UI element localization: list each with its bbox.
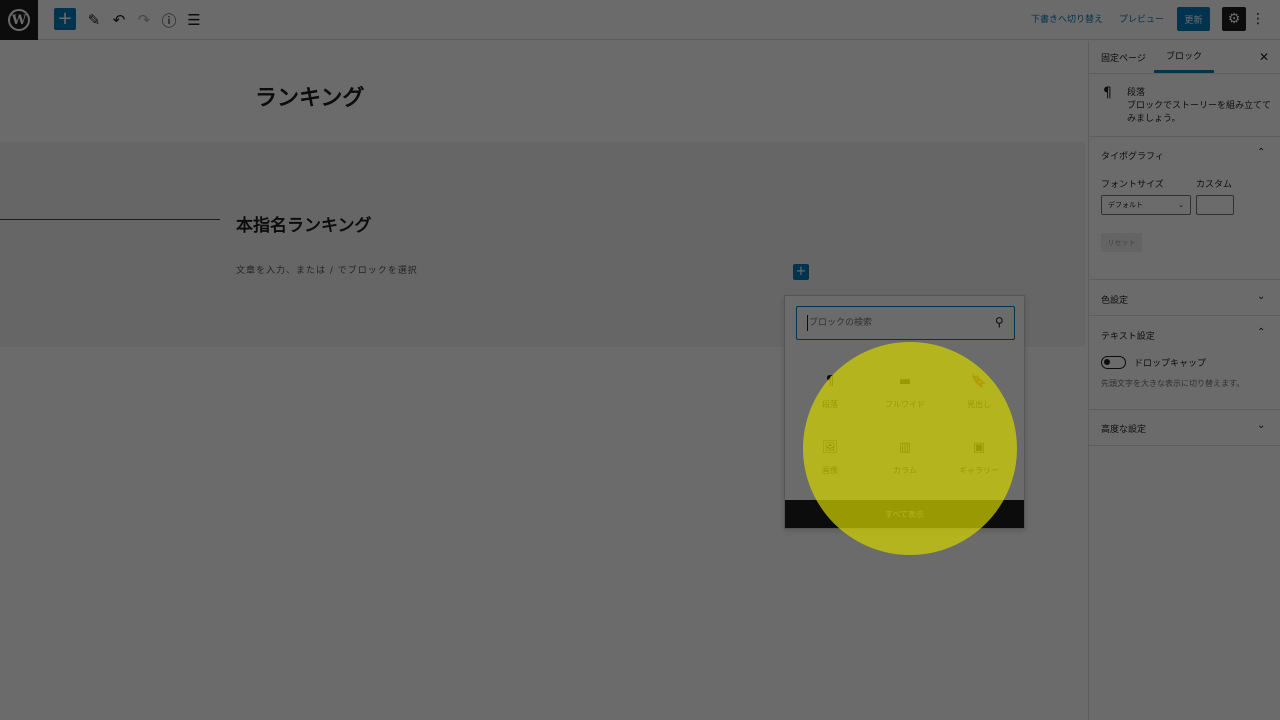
divider [1089, 279, 1280, 280]
drop-cap-toggle[interactable] [1101, 356, 1126, 369]
edit-tools-icon[interactable]: ✎ [84, 8, 104, 32]
block-inserter-popover: ⚲ ¶ 段落 ▬ フルワイド 🔖 見出し 🖼 画像 ▥ カラム ▣ ギャラリー … [784, 295, 1025, 529]
chevron-up-icon[interactable]: ⌃ [1257, 327, 1265, 338]
tab-page[interactable]: 固定ページ [1089, 41, 1158, 73]
close-icon[interactable]: ✕ [1259, 50, 1269, 64]
typography-panel-toggle[interactable]: タイポグラフィ [1101, 149, 1164, 162]
settings-sidebar: 固定ページ ブロック ✕ ¶ 段落 ブロックでストーリーを組み立ててみましょう。… [1088, 41, 1280, 720]
add-block-button[interactable]: + [54, 8, 76, 30]
divider [1089, 445, 1280, 446]
block-label: ギャラリー [959, 466, 999, 475]
font-size-label: フォントサイズ [1101, 180, 1164, 190]
undo-icon[interactable]: ↶ [109, 8, 129, 32]
reset-button[interactable]: リセット [1101, 233, 1142, 252]
search-icon: ⚲ [995, 315, 1004, 329]
top-toolbar: W + ✎ ↶ ↷ ⓘ ☰ 下書きへ切り替え プレビュー 更新 ⚙ ⋮ [0, 0, 1280, 40]
block-label: カラム [893, 466, 917, 475]
list-view-icon[interactable]: ☰ [184, 8, 204, 32]
inserter-block-columns[interactable]: ▥ カラム [870, 439, 940, 489]
inserter-block-fullwide[interactable]: ▬ フルワイド [870, 373, 940, 423]
inserter-block-paragraph[interactable]: ¶ 段落 [795, 373, 865, 423]
inserter-block-image[interactable]: 🖼 画像 [795, 439, 865, 489]
tab-block[interactable]: ブロック [1154, 41, 1215, 73]
update-button[interactable]: 更新 [1177, 7, 1210, 31]
block-label: フルワイド [885, 400, 925, 409]
inserter-block-gallery[interactable]: ▣ ギャラリー [944, 439, 1014, 489]
chevron-up-icon[interactable]: ⌃ [1257, 147, 1265, 158]
paragraph-placeholder[interactable]: 文章を入力、または / でブロックを選択 [236, 263, 418, 276]
block-card-description: ブロックでストーリーを組み立ててみましょう。 [1127, 101, 1272, 124]
toggle-knob [1104, 359, 1110, 365]
wordpress-logo-button[interactable]: W [0, 0, 38, 40]
image-icon: 🖼 [821, 440, 839, 455]
more-options-icon[interactable]: ⋮ [1251, 9, 1265, 29]
inline-add-block-button[interactable]: + [793, 264, 809, 280]
block-label: 段落 [822, 400, 838, 409]
advanced-panel-toggle[interactable]: 高度な設定 [1101, 422, 1146, 435]
drop-cap-label: ドロップキャップ [1134, 359, 1207, 369]
divider [1089, 315, 1280, 316]
paragraph-icon: ¶ [825, 374, 835, 389]
switch-to-draft-link[interactable]: 下書きへ切り替え [1031, 12, 1103, 25]
font-size-select-value: デフォルト [1108, 201, 1143, 209]
text-settings-panel-toggle[interactable]: テキスト設定 [1101, 329, 1155, 342]
custom-size-label: カスタム [1196, 180, 1233, 190]
columns-icon: ▥ [898, 440, 912, 455]
info-icon[interactable]: ⓘ [159, 8, 179, 32]
divider [1089, 136, 1280, 137]
preview-link[interactable]: プレビュー [1119, 12, 1164, 25]
wordpress-logo-icon: W [8, 9, 30, 31]
gallery-icon: ▣ [972, 440, 986, 455]
font-size-select[interactable]: デフォルト ⌄ [1101, 195, 1191, 215]
chevron-down-icon: ⌄ [1178, 201, 1184, 209]
section-heading[interactable]: 本指名ランキング [236, 211, 372, 236]
bookmark-icon: 🔖 [970, 374, 988, 389]
chevron-down-icon[interactable]: ⌄ [1257, 420, 1265, 431]
color-settings-panel-toggle[interactable]: 色設定 [1101, 293, 1128, 306]
divider [1089, 409, 1280, 410]
separator-line [0, 219, 220, 220]
drop-cap-help: 先頭文字を大きな表示に切り替えます。 [1101, 379, 1245, 388]
fullwide-icon: ▬ [898, 374, 912, 389]
block-card-title: 段落 [1127, 88, 1146, 98]
block-search-field[interactable]: ⚲ [796, 306, 1015, 340]
block-label: 見出し [967, 400, 991, 409]
divider [1089, 73, 1280, 74]
settings-gear-icon[interactable]: ⚙ [1222, 7, 1246, 31]
page-title[interactable]: ランキング [255, 80, 364, 112]
chevron-down-icon[interactable]: ⌄ [1257, 291, 1265, 302]
block-label: 画像 [822, 466, 838, 475]
inserter-block-heading[interactable]: 🔖 見出し [944, 373, 1014, 423]
paragraph-icon: ¶ [1103, 85, 1112, 101]
custom-font-size-input[interactable] [1196, 195, 1234, 215]
block-search-input[interactable] [807, 315, 977, 331]
redo-icon[interactable]: ↷ [134, 8, 154, 32]
show-all-blocks-button[interactable]: すべて表示 [785, 500, 1024, 528]
